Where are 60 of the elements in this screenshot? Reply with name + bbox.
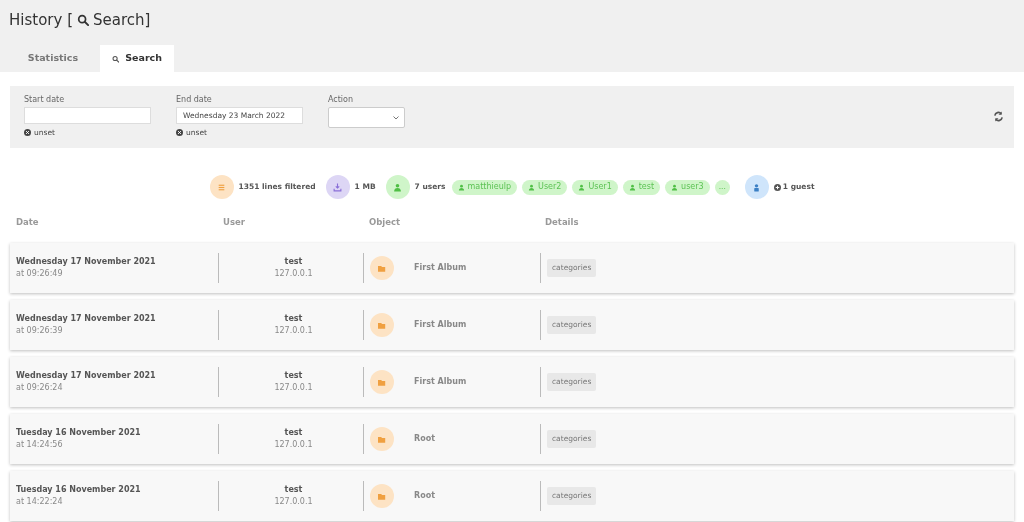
user-text: test — [284, 484, 303, 496]
date-text: Tuesday 16 November 2021 — [16, 484, 142, 496]
tab[interactable]: Search — [100, 45, 174, 72]
plus-icon — [773, 183, 781, 191]
user-icon — [671, 183, 679, 191]
field-label: End date — [176, 94, 213, 106]
user-icon — [393, 182, 403, 192]
user-icon — [628, 183, 636, 191]
folder-icon — [378, 321, 386, 329]
guest-icon — [752, 182, 762, 192]
folder-icon — [378, 264, 386, 272]
date-text: Wednesday 17 November 2021 — [16, 313, 157, 325]
date-text: Wednesday 17 November 2021 — [16, 370, 157, 382]
column-header: Details — [545, 216, 579, 227]
object-text: Root — [414, 490, 435, 502]
time-text: at 14:22:24 — [16, 496, 64, 508]
date-field[interactable] — [24, 107, 151, 124]
ip-text: 127.0.0.1 — [274, 268, 313, 280]
object-text: First Album — [414, 319, 467, 331]
search-icon — [112, 54, 120, 63]
user-icon — [457, 183, 465, 191]
refresh-icon — [993, 111, 1004, 122]
ip-text: 127.0.0.1 — [274, 439, 313, 451]
time-text: at 09:26:24 — [16, 382, 64, 394]
user-icon — [528, 183, 536, 191]
user-text: test — [284, 370, 303, 382]
download-icon — [333, 182, 343, 192]
ip-text: 127.0.0.1 — [274, 325, 313, 337]
object-text: First Album — [414, 376, 467, 388]
caret-icon — [393, 115, 399, 120]
date-text: Tuesday 16 November 2021 — [16, 427, 142, 439]
object-text: Root — [414, 433, 435, 445]
user-icon — [578, 183, 586, 191]
user-text: test — [284, 256, 303, 268]
ip-text: 127.0.0.1 — [274, 382, 313, 394]
time-text: at 14:24:56 — [16, 439, 64, 451]
folder-icon — [378, 435, 386, 443]
search-icon — [77, 14, 89, 26]
list-icon — [217, 182, 226, 192]
object-text: First Album — [414, 262, 467, 274]
refresh-button[interactable] — [993, 111, 1004, 122]
field-label: Start date — [24, 94, 66, 106]
time-text: at 09:26:49 — [16, 268, 64, 280]
tab[interactable]: Statistics — [10, 45, 90, 72]
clear-icon — [24, 129, 31, 137]
column-header: Date — [16, 216, 39, 227]
time-text: at 09:26:39 — [16, 325, 64, 337]
page-title: Search] — [93, 9, 151, 31]
date-text: Wednesday 17 November 2021 — [16, 256, 157, 268]
folder-icon — [378, 378, 386, 386]
page-title: History [ — [9, 9, 73, 31]
user-text: test — [284, 313, 303, 325]
clear-icon — [176, 129, 183, 137]
folder-icon — [378, 492, 386, 500]
user-text: test — [284, 427, 303, 439]
column-header: User — [223, 216, 245, 227]
ip-text: 127.0.0.1 — [274, 496, 313, 508]
column-header: Object — [369, 216, 401, 227]
field-label: Action — [328, 94, 355, 106]
action-select[interactable] — [328, 107, 405, 128]
